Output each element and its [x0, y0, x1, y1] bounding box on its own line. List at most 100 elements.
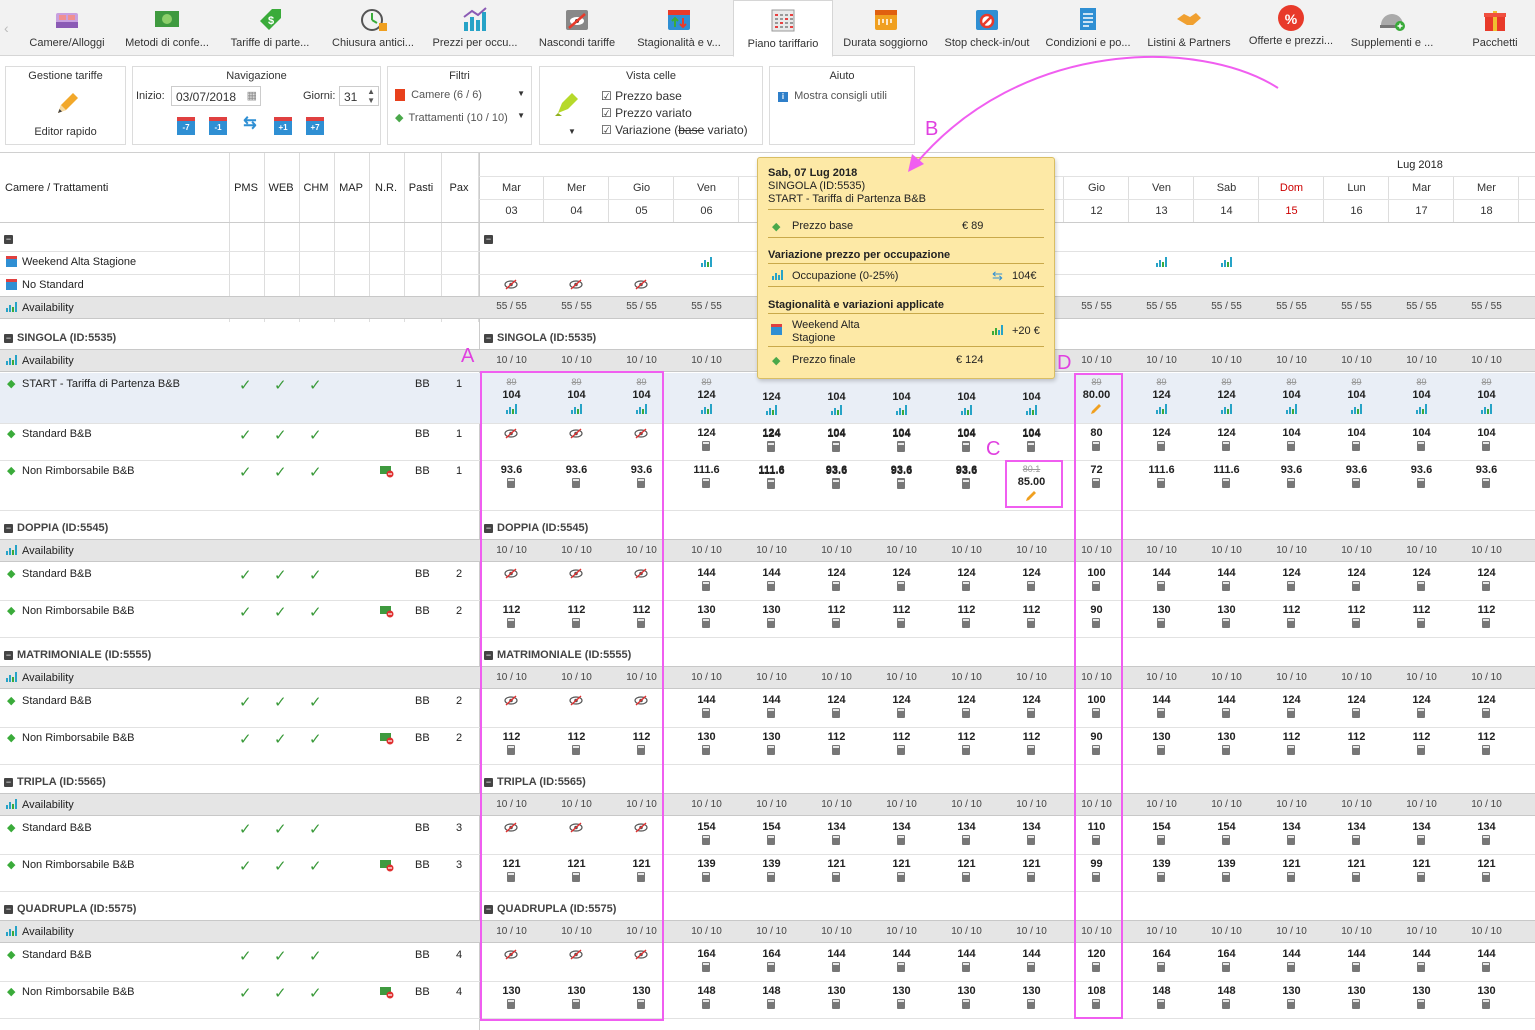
price-value[interactable]: 130	[1454, 985, 1519, 998]
calculator-icon[interactable]	[1027, 745, 1035, 755]
calculator-icon[interactable]	[702, 478, 710, 488]
calculator-icon[interactable]	[832, 708, 840, 718]
calculator-icon[interactable]	[767, 872, 775, 882]
price-value[interactable]: 144	[1389, 948, 1454, 961]
price-value[interactable]: 164	[739, 948, 804, 961]
rate-name[interactable]: Non Rimborsabile B&B	[22, 986, 135, 998]
calculator-icon[interactable]	[962, 618, 970, 628]
calculator-icon[interactable]	[702, 872, 710, 882]
scroll-left-icon[interactable]: ‹	[4, 20, 9, 36]
price-value[interactable]: 104	[1259, 427, 1324, 440]
price-value[interactable]: 112	[804, 731, 869, 744]
calculator-icon[interactable]	[1222, 618, 1230, 628]
price-value[interactable]: 112	[804, 604, 869, 617]
price-value[interactable]: 124	[934, 694, 999, 707]
calculator-icon[interactable]	[1027, 708, 1035, 718]
price-value[interactable]: 144	[869, 948, 934, 961]
price-value[interactable]: 130	[869, 985, 934, 998]
price-value[interactable]: 121	[1389, 858, 1454, 871]
price-value[interactable]: 104	[1389, 427, 1454, 440]
price-value[interactable]: 154	[1194, 821, 1259, 834]
step--7-button[interactable]: -7	[177, 117, 195, 135]
price-value[interactable]: 124	[1324, 567, 1389, 580]
calculator-icon[interactable]	[1352, 478, 1360, 488]
calculator-icon[interactable]	[1482, 745, 1490, 755]
calculator-icon[interactable]	[962, 581, 970, 591]
price-value[interactable]: 93.6	[1324, 464, 1389, 477]
calculator-icon[interactable]	[962, 999, 970, 1009]
price-value[interactable]: 134	[1324, 821, 1389, 834]
price-value[interactable]: 130	[1389, 985, 1454, 998]
calculator-icon[interactable]	[1027, 999, 1035, 1009]
calculator-icon[interactable]	[1287, 962, 1295, 972]
tab-grid-calendar[interactable]: Piano tariffario	[733, 0, 833, 57]
calculator-icon[interactable]	[1417, 581, 1425, 591]
calculator-icon[interactable]	[1287, 745, 1295, 755]
price-value[interactable]: 121	[804, 858, 869, 871]
calculator-icon[interactable]	[1222, 441, 1230, 451]
price-value[interactable]: 124	[869, 567, 934, 580]
calculator-icon[interactable]	[1482, 708, 1490, 718]
calculator-icon[interactable]	[1222, 581, 1230, 591]
calendar-icon[interactable]: ▦	[247, 89, 257, 102]
price-value[interactable]: 144	[999, 948, 1064, 961]
price-value[interactable]: 124	[1129, 389, 1194, 402]
collapse-icon[interactable]: −	[4, 235, 13, 244]
price-value[interactable]: 124	[1324, 694, 1389, 707]
price-value[interactable]: 144	[1454, 948, 1519, 961]
calculator-icon[interactable]	[1352, 835, 1360, 845]
pencil-icon[interactable]	[54, 91, 80, 117]
step--1-button[interactable]: -1	[209, 117, 227, 135]
price-value[interactable]: 139	[1129, 858, 1194, 871]
calculator-icon[interactable]	[1222, 999, 1230, 1009]
calculator-icon[interactable]	[832, 835, 840, 845]
calculator-icon[interactable]	[1222, 478, 1230, 488]
price-value[interactable]: 112	[1324, 604, 1389, 617]
price-value[interactable]: 148	[1129, 985, 1194, 998]
calculator-icon[interactable]	[962, 835, 970, 845]
tab-stopwatch[interactable]: Chiusura antici...	[322, 0, 424, 56]
rate-name[interactable]: Standard B&B	[22, 428, 92, 440]
calculator-icon[interactable]	[1027, 581, 1035, 591]
chevron-down-icon[interactable]: ▼	[568, 127, 576, 136]
calculator-icon[interactable]	[1417, 745, 1425, 755]
price-value[interactable]: 112	[869, 731, 934, 744]
price-value[interactable]: 144	[739, 567, 804, 580]
calculator-icon[interactable]	[897, 708, 905, 718]
calculator-icon[interactable]	[767, 962, 775, 972]
calculator-icon[interactable]	[1482, 581, 1490, 591]
calculator-icon[interactable]	[1157, 999, 1165, 1009]
price-value[interactable]: 104	[1389, 389, 1454, 402]
calculator-icon[interactable]	[832, 442, 840, 452]
calculator-icon[interactable]	[1352, 999, 1360, 1009]
price-value[interactable]: 130	[739, 604, 804, 617]
calculator-icon[interactable]	[702, 999, 710, 1009]
calculator-icon[interactable]	[1417, 872, 1425, 882]
price-value[interactable]: 144	[1324, 948, 1389, 961]
calculator-icon[interactable]	[1157, 835, 1165, 845]
calculator-icon[interactable]	[767, 442, 775, 452]
price-value[interactable]: 124	[1194, 427, 1259, 440]
price-value[interactable]: 93.6	[869, 465, 934, 478]
price-value[interactable]: 144	[674, 567, 739, 580]
price-value[interactable]: 104	[999, 391, 1064, 404]
price-value[interactable]: 148	[674, 985, 739, 998]
calculator-icon[interactable]	[1417, 962, 1425, 972]
collapse-icon[interactable]: −	[4, 778, 13, 787]
calculator-icon[interactable]	[1222, 708, 1230, 718]
calculator-icon[interactable]	[1482, 872, 1490, 882]
price-value[interactable]: 134	[1389, 821, 1454, 834]
step-+1-button[interactable]: +1	[274, 117, 292, 135]
price-value[interactable]: 124	[1389, 567, 1454, 580]
price-value[interactable]: 93.6	[804, 465, 869, 478]
calculator-icon[interactable]	[1482, 999, 1490, 1009]
price-value[interactable]: 111.6	[739, 465, 804, 478]
price-value[interactable]: 130	[1129, 604, 1194, 617]
calculator-icon[interactable]	[897, 581, 905, 591]
price-value[interactable]: 130	[1259, 985, 1324, 998]
price-value[interactable]: 130	[1194, 731, 1259, 744]
price-value[interactable]: 121	[999, 858, 1064, 871]
opt-prezzo-base[interactable]: ☑ Prezzo base	[601, 89, 682, 103]
calculator-icon[interactable]	[1027, 442, 1035, 452]
rate-name[interactable]: Standard B&B	[22, 949, 92, 961]
